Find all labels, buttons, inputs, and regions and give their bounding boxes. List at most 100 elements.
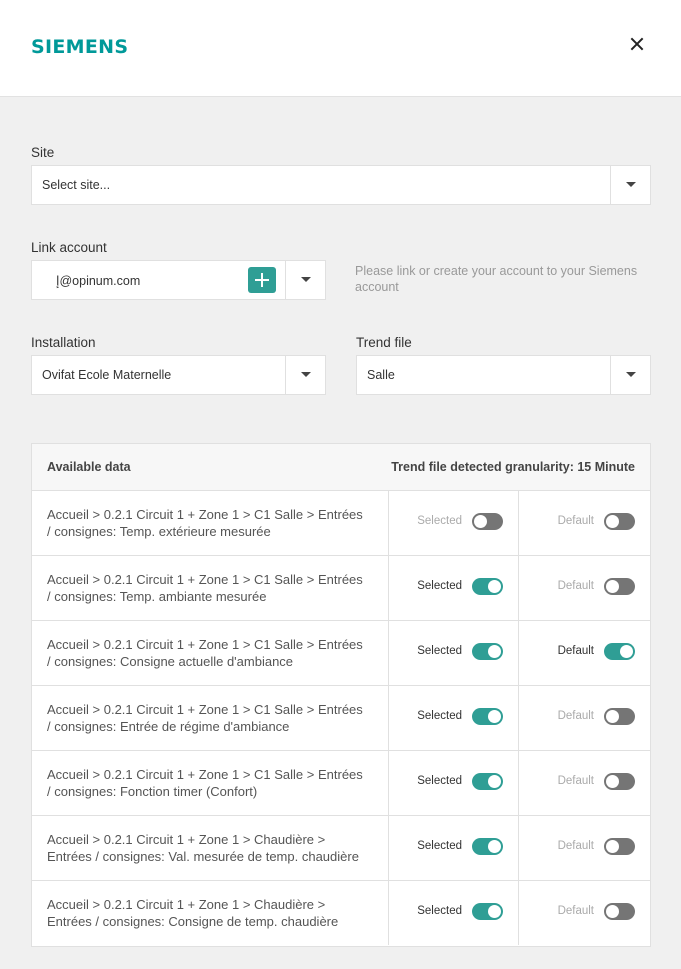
data-point-name: Accueil > 0.2.1 Circuit 1 + Zone 1 > C1 … [47, 766, 387, 800]
table-row: Accueil > 0.2.1 Circuit 1 + Zone 1 > C1 … [32, 556, 650, 621]
installation-label: Installation [31, 335, 96, 350]
selected-label: Selected [417, 515, 462, 527]
default-label: Default [557, 905, 594, 917]
link-account-hint: Please link or create your account to yo… [355, 264, 638, 294]
link-account-select[interactable]: إ@opinum.com [31, 260, 326, 300]
data-point-path-line2: / consignes: Temp. ambiante mesurée [47, 589, 267, 604]
table-row: Accueil > 0.2.1 Circuit 1 + Zone 1 > C1 … [32, 751, 650, 816]
default-label: Default [557, 580, 594, 592]
site-label: Site [31, 145, 55, 160]
data-point-name: Accueil > 0.2.1 Circuit 1 + Zone 1 > Cha… [47, 831, 387, 865]
data-point-path-line2: / consignes: Consigne actuelle d'ambianc… [47, 654, 294, 669]
granularity-heading: Trend file detected granularity: 15 Minu… [391, 460, 635, 474]
data-point-path-line1: Accueil > 0.2.1 Circuit 1 + Zone 1 > C1 … [47, 767, 363, 782]
link-account-dropdown-button[interactable] [285, 261, 325, 299]
data-point-path-line2: / consignes: Entrée de régime d'ambiance [47, 719, 290, 734]
default-toggle[interactable] [604, 643, 635, 660]
data-point-path-line2: Entrées / consignes: Consigne de temp. c… [47, 914, 339, 929]
data-point-path-line1: Accueil > 0.2.1 Circuit 1 + Zone 1 > C1 … [47, 507, 363, 522]
data-point-path-line2: Entrées / consignes: Val. mesurée de tem… [47, 849, 359, 864]
data-point-name: Accueil > 0.2.1 Circuit 1 + Zone 1 > C1 … [47, 506, 387, 540]
default-toggle[interactable] [604, 708, 635, 725]
default-toggle[interactable] [604, 513, 635, 530]
default-toggle[interactable] [604, 838, 635, 855]
toggle-knob [606, 775, 619, 788]
available-data-heading: Available data [47, 460, 131, 474]
default-toggle[interactable] [604, 773, 635, 790]
data-point-path-line1: Accueil > 0.2.1 Circuit 1 + Zone 1 > Cha… [47, 897, 326, 912]
chevron-down-icon [626, 372, 636, 377]
chevron-down-icon [301, 277, 311, 282]
default-cell: Default [519, 751, 650, 815]
table-row: Accueil > 0.2.1 Circuit 1 + Zone 1 > C1 … [32, 491, 650, 556]
installation-select[interactable]: Ovifat Ecole Maternelle [31, 355, 326, 395]
add-account-button[interactable] [248, 267, 276, 293]
installation-value: Ovifat Ecole Maternelle [42, 368, 172, 382]
default-label: Default [557, 515, 594, 527]
chevron-down-icon [301, 372, 311, 377]
trend-file-dropdown-button[interactable] [610, 356, 650, 394]
toggle-knob [488, 775, 501, 788]
data-point-name: Accueil > 0.2.1 Circuit 1 + Zone 1 > Cha… [47, 896, 387, 930]
selected-toggle[interactable] [472, 708, 503, 725]
default-cell: Default [519, 491, 650, 555]
data-point-path-line1: Accueil > 0.2.1 Circuit 1 + Zone 1 > C1 … [47, 572, 363, 587]
table-header: Available data Trend file detected granu… [32, 444, 650, 491]
site-select-value: Select site... [42, 178, 111, 192]
default-label: Default [557, 775, 594, 787]
selected-label: Selected [417, 840, 462, 852]
data-point-name: Accueil > 0.2.1 Circuit 1 + Zone 1 > C1 … [47, 571, 387, 605]
selected-cell: Selected [388, 881, 519, 945]
selected-toggle[interactable] [472, 513, 503, 530]
table-row: Accueil > 0.2.1 Circuit 1 + Zone 1 > C1 … [32, 621, 650, 686]
data-point-path-line1: Accueil > 0.2.1 Circuit 1 + Zone 1 > Cha… [47, 832, 326, 847]
selected-toggle[interactable] [472, 838, 503, 855]
header: SIEMENS [0, 0, 681, 97]
link-account-value: إ@opinum.com [56, 274, 141, 288]
close-icon[interactable] [626, 34, 648, 56]
selected-cell: Selected [388, 621, 519, 685]
site-dropdown-button[interactable] [610, 166, 650, 204]
default-cell: Default [519, 556, 650, 620]
toggle-knob [488, 840, 501, 853]
selected-toggle[interactable] [472, 643, 503, 660]
data-point-name: Accueil > 0.2.1 Circuit 1 + Zone 1 > C1 … [47, 701, 387, 735]
data-point-path-line2: / consignes: Fonction timer (Confort) [47, 784, 258, 799]
table-row: Accueil > 0.2.1 Circuit 1 + Zone 1 > Cha… [32, 816, 650, 881]
selected-toggle[interactable] [472, 578, 503, 595]
toggle-knob [606, 515, 619, 528]
default-toggle[interactable] [604, 903, 635, 920]
selected-cell: Selected [388, 816, 519, 880]
default-label: Default [557, 840, 594, 852]
installation-dropdown-button[interactable] [285, 356, 325, 394]
toggle-knob [606, 840, 619, 853]
selected-cell: Selected [388, 686, 519, 750]
data-point-name: Accueil > 0.2.1 Circuit 1 + Zone 1 > C1 … [47, 636, 387, 670]
default-cell: Default [519, 686, 650, 750]
toggle-knob [606, 710, 619, 723]
toggle-knob [474, 515, 487, 528]
selected-label: Selected [417, 580, 462, 592]
siemens-logo: SIEMENS [31, 36, 129, 58]
selected-cell: Selected [388, 556, 519, 620]
default-toggle[interactable] [604, 578, 635, 595]
toggle-knob [606, 580, 619, 593]
data-point-path-line1: Accueil > 0.2.1 Circuit 1 + Zone 1 > C1 … [47, 637, 363, 652]
toggle-knob [488, 645, 501, 658]
chevron-down-icon [626, 182, 636, 187]
data-point-path-line2: / consignes: Temp. extérieure mesurée [47, 524, 271, 539]
toggle-knob [606, 905, 619, 918]
site-select[interactable]: Select site... [31, 165, 651, 205]
selected-label: Selected [417, 905, 462, 917]
selected-cell: Selected [388, 491, 519, 555]
selected-toggle[interactable] [472, 903, 503, 920]
default-cell: Default [519, 816, 650, 880]
selected-label: Selected [417, 710, 462, 722]
toggle-knob [488, 580, 501, 593]
table-row: Accueil > 0.2.1 Circuit 1 + Zone 1 > C1 … [32, 686, 650, 751]
selected-toggle[interactable] [472, 773, 503, 790]
default-label: Default [557, 645, 594, 657]
trend-file-select[interactable]: Salle [356, 355, 651, 395]
selected-cell: Selected [388, 751, 519, 815]
trend-file-label: Trend file [356, 335, 412, 350]
